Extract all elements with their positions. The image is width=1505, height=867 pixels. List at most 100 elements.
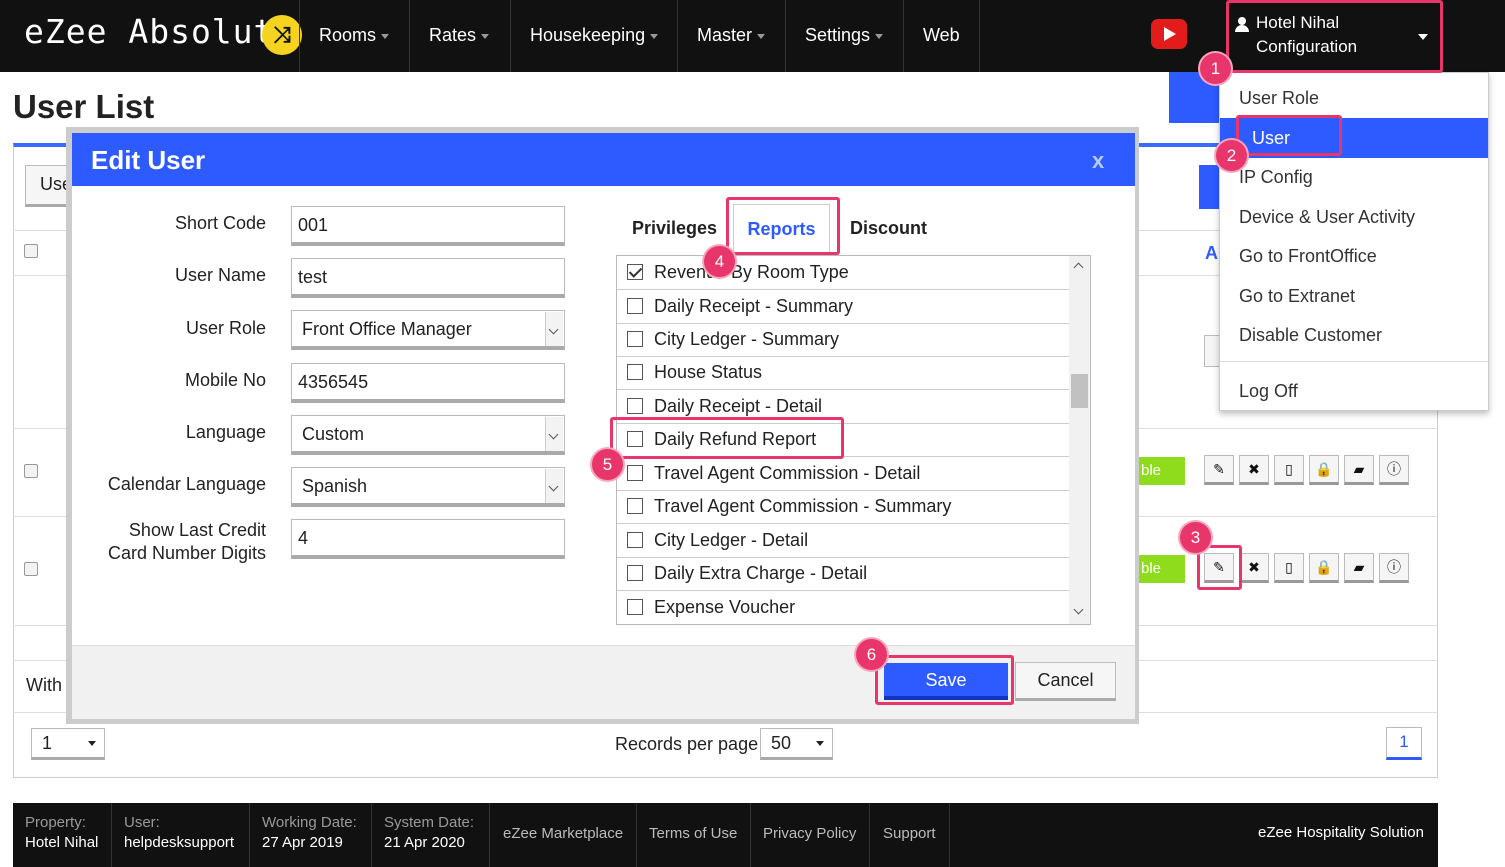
highlight-account (1226, 0, 1443, 73)
with-label-partial: With (26, 675, 62, 695)
footer-link-terms[interactable]: Terms of Use (636, 803, 752, 867)
message-icon[interactable]: ▰ (1344, 553, 1374, 583)
lock-icon[interactable]: 🔒 (1309, 455, 1339, 485)
delete-icon[interactable]: ✖ (1239, 455, 1269, 485)
report-item[interactable]: Daily Extra Charge - Detail (617, 557, 1069, 591)
caret-down-icon (381, 33, 390, 39)
youtube-icon[interactable] (1151, 19, 1187, 49)
report-item[interactable]: Revenue By Room Type (617, 256, 1069, 290)
menu-item-device-activity[interactable]: Device & User Activity (1220, 197, 1488, 237)
close-icon[interactable]: x (1092, 148, 1104, 174)
cancel-button[interactable]: Cancel (1015, 662, 1116, 701)
menu-item-frontoffice[interactable]: Go to FrontOffice (1220, 236, 1488, 276)
scroll-down-icon[interactable] (1073, 604, 1084, 615)
edit-user-modal: Edit User x Short Code 001 User Name tes… (72, 133, 1135, 719)
report-item[interactable]: Daily Receipt - Summary (617, 290, 1069, 324)
nav-master[interactable]: Master (677, 0, 784, 72)
user-name-input[interactable]: test (291, 258, 565, 298)
mobile-no-input[interactable]: 4356545 (291, 363, 565, 403)
report-item[interactable]: Travel Agent Commission - Summary (617, 490, 1069, 524)
actions-header-partial: A (1205, 243, 1218, 263)
step-badge-1: 1 (1200, 53, 1231, 84)
menu-item-disable-customer[interactable]: Disable Customer (1220, 315, 1488, 355)
nav-rooms[interactable]: Rooms (299, 0, 408, 72)
menu-item-user-role[interactable]: User Role (1220, 78, 1488, 118)
checkbox[interactable] (627, 465, 643, 481)
caret-down-icon (816, 741, 824, 746)
step-badge-3: 3 (1180, 522, 1211, 553)
calendar-language-select[interactable]: Spanish (291, 467, 565, 507)
lock-icon[interactable]: 🔒 (1309, 553, 1339, 583)
footer: Property: Hotel Nihal User: helpdesksuppor… (13, 803, 1438, 867)
checkbox[interactable] (627, 398, 643, 414)
mobile-no-label: Mobile No (184, 370, 266, 390)
footer-working-date: Working Date: 27 Apr 2019 (250, 803, 372, 867)
message-icon[interactable]: ▰ (1344, 455, 1374, 485)
delete-icon[interactable]: ✖ (1239, 553, 1269, 583)
menu-item-ip-config[interactable]: IP Config (1220, 157, 1488, 197)
app-logo[interactable]: eZee Absolute (24, 12, 295, 51)
row-checkbox[interactable] (24, 464, 38, 478)
checkbox-checked[interactable] (627, 264, 643, 280)
nav-housekeeping[interactable]: Housekeeping (510, 0, 677, 72)
short-code-label: Short Code (174, 213, 266, 233)
language-select[interactable]: Custom (291, 415, 565, 455)
footer-link-support[interactable]: Support (870, 803, 950, 867)
chevron-down-icon (545, 312, 563, 346)
report-item[interactable]: City Ledger - Detail (617, 524, 1069, 558)
mobile-icon[interactable]: ▯ (1274, 455, 1304, 485)
checkbox[interactable] (627, 498, 643, 514)
user-role-select[interactable]: Front Office Manager (291, 310, 565, 350)
row-checkbox[interactable] (24, 562, 38, 576)
tab-discount[interactable]: Discount (850, 218, 927, 239)
footer-user: User: helpdesksupport (112, 803, 250, 867)
tab-privileges[interactable]: Privileges (632, 218, 717, 239)
highlight-user (1236, 115, 1342, 156)
highlight-daily-refund (610, 417, 844, 459)
select-all-checkbox[interactable] (24, 244, 38, 258)
modal-title: Edit User (91, 145, 206, 175)
report-item[interactable]: House Status (617, 356, 1069, 390)
mobile-icon[interactable]: ▯ (1274, 553, 1304, 583)
report-item[interactable]: City Ledger - Summary (617, 323, 1069, 357)
info-icon[interactable]: ⓘ (1379, 553, 1409, 583)
footer-link-marketplace[interactable]: eZee Marketplace (490, 803, 638, 867)
chevron-down-icon (545, 469, 563, 503)
status-badge: ble (1137, 457, 1185, 485)
page-title: User List (13, 88, 155, 125)
short-code-input[interactable]: 001 (291, 206, 565, 246)
menu-item-log-off[interactable]: Log Off (1220, 371, 1488, 411)
checkbox[interactable] (627, 565, 643, 581)
credit-digits-input[interactable]: 4 (291, 519, 565, 559)
checkbox[interactable] (627, 364, 643, 380)
step-badge-4: 4 (704, 246, 735, 277)
report-item[interactable]: Travel Agent Commission - Detail (617, 457, 1069, 491)
nav-settings[interactable]: Settings (785, 0, 902, 72)
records-per-page-select[interactable]: 50 (760, 728, 833, 760)
user-name-label: User Name (174, 265, 266, 285)
checkbox[interactable] (627, 298, 643, 314)
checkbox[interactable] (627, 532, 643, 548)
footer-link-privacy[interactable]: Privacy Policy (750, 803, 871, 867)
nav-rates[interactable]: Rates (409, 0, 508, 72)
calendar-language-label: Calendar Language (107, 474, 266, 494)
edit-icon[interactable]: ✎ (1204, 455, 1234, 485)
page-1-button[interactable]: 1 (1386, 727, 1422, 760)
menu-divider (1220, 361, 1488, 362)
scrollbar[interactable] (1069, 256, 1090, 624)
menu-item-extranet[interactable]: Go to Extranet (1220, 276, 1488, 316)
nav-web[interactable]: Web (903, 0, 980, 72)
scroll-up-icon[interactable] (1073, 262, 1084, 273)
info-icon[interactable]: ⓘ (1379, 455, 1409, 485)
scroll-thumb[interactable] (1071, 374, 1088, 408)
toolbar-button-partial[interactable] (1199, 165, 1221, 209)
step-badge-6: 6 (856, 639, 887, 670)
report-item[interactable]: Expense Voucher (617, 591, 1069, 624)
credit-digits-label: Show Last Credit Card Number Digits (107, 520, 266, 563)
checkbox[interactable] (627, 599, 643, 615)
highlight-save (875, 655, 1014, 705)
checkbox[interactable] (627, 331, 643, 347)
step-badge-5: 5 (592, 449, 623, 480)
page-select[interactable]: 1 (31, 728, 105, 760)
chevron-down-icon (545, 417, 563, 451)
